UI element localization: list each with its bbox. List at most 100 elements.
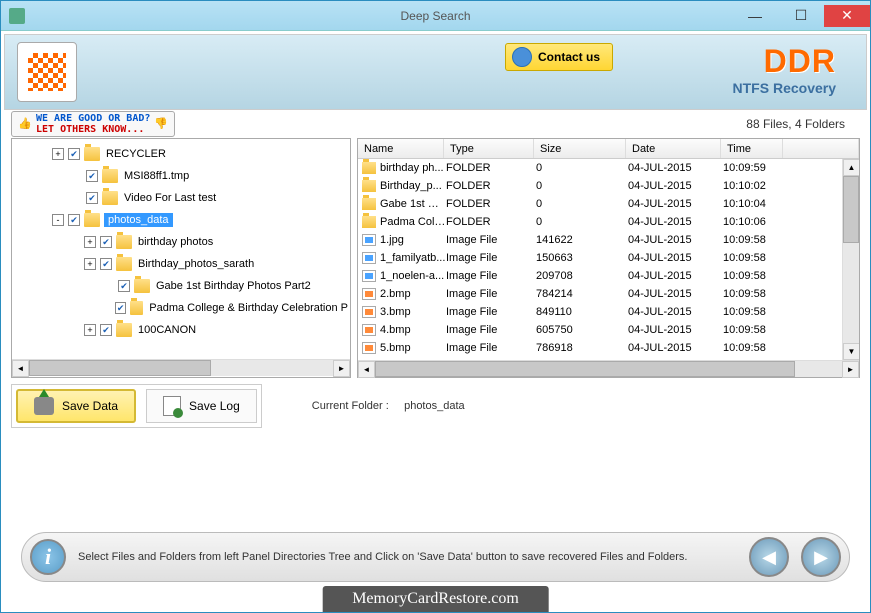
window-title: Deep Search xyxy=(400,9,470,23)
tree-checkbox[interactable] xyxy=(100,324,112,336)
maximize-button[interactable]: ☐ xyxy=(778,5,824,27)
folder-icon xyxy=(116,257,132,271)
tree-label[interactable]: photos_data xyxy=(104,213,173,227)
tree-checkbox[interactable] xyxy=(68,148,80,160)
tree-hscroll[interactable]: ◄ ► xyxy=(12,359,350,376)
close-button[interactable]: ✕ xyxy=(824,5,870,27)
tree-label[interactable]: Padma College & Birthday Celebration P xyxy=(147,301,350,315)
cell-size: 784214 xyxy=(536,288,628,300)
scroll-left-button[interactable]: ◄ xyxy=(12,360,29,377)
cell-name: 5.bmp xyxy=(380,342,446,354)
tree-label[interactable]: RECYCLER xyxy=(104,147,168,161)
tree-toggle[interactable]: + xyxy=(84,324,96,336)
tree-item[interactable]: +100CANON xyxy=(12,319,350,341)
col-time[interactable]: Time xyxy=(721,139,783,158)
col-type[interactable]: Type xyxy=(444,139,534,158)
tree-toggle[interactable]: - xyxy=(52,214,64,226)
list-hscroll[interactable]: ◄ ► xyxy=(358,360,859,377)
tree-checkbox[interactable] xyxy=(100,258,112,270)
cell-type: Image File xyxy=(446,288,536,300)
col-size[interactable]: Size xyxy=(534,139,626,158)
tree-label[interactable]: Video For Last test xyxy=(122,191,218,205)
tree-checkbox[interactable] xyxy=(86,192,98,204)
folder-icon xyxy=(116,235,132,249)
cell-name: Birthday_p... xyxy=(380,180,446,192)
scroll-up-button[interactable]: ▲ xyxy=(843,159,859,176)
feedback-button[interactable]: WE ARE GOOD OR BAD? LET OTHERS KNOW... xyxy=(11,111,175,137)
folder-icon xyxy=(102,169,118,183)
back-button[interactable]: ◀ xyxy=(749,537,789,577)
cell-date: 04-JUL-2015 xyxy=(628,252,723,264)
save-data-button[interactable]: Save Data xyxy=(16,389,136,423)
contact-us-button[interactable]: Contact us xyxy=(505,43,613,71)
list-row[interactable]: 5.bmpImage File78691804-JUL-201510:09:58 xyxy=(358,339,842,357)
list-row[interactable]: Birthday_p...FOLDER004-JUL-201510:10:02 xyxy=(358,177,842,195)
tree-item[interactable]: + Birthday_photos_sarath xyxy=(12,253,350,275)
list-row[interactable]: Padma Coll...FOLDER004-JUL-201510:10:06 xyxy=(358,213,842,231)
titlebar: Deep Search — ☐ ✕ xyxy=(1,1,870,31)
col-name[interactable]: Name xyxy=(358,139,444,158)
tree-checkbox[interactable] xyxy=(100,236,112,248)
list-row[interactable]: birthday ph...FOLDER004-JUL-201510:09:59 xyxy=(358,159,842,177)
save-log-button[interactable]: Save Log xyxy=(146,389,257,423)
contact-label: Contact us xyxy=(538,50,600,64)
tree-item[interactable]: Video For Last test xyxy=(12,187,350,209)
info-icon: i xyxy=(30,539,66,575)
cell-type: FOLDER xyxy=(446,216,536,228)
list-vscroll[interactable]: ▲ ▼ xyxy=(842,159,859,360)
cell-type: Image File xyxy=(446,306,536,318)
cell-size: 209708 xyxy=(536,270,628,282)
scroll-left-button[interactable]: ◄ xyxy=(358,361,375,378)
cell-time: 10:09:58 xyxy=(723,306,785,318)
tree-label[interactable]: 100CANON xyxy=(136,323,198,337)
tree-item[interactable]: + RECYCLER xyxy=(12,143,350,165)
minimize-button[interactable]: — xyxy=(732,5,778,27)
list-row[interactable]: 1_noelen-a...Image File20970804-JUL-2015… xyxy=(358,267,842,285)
current-folder-label: Current Folder : xyxy=(312,400,389,412)
list-row[interactable]: 4.bmpImage File60575004-JUL-201510:09:58 xyxy=(358,321,842,339)
cell-type: Image File xyxy=(446,324,536,336)
tree-item[interactable]: - photos_data xyxy=(12,209,350,231)
tree-label[interactable]: birthday photos xyxy=(136,235,215,249)
tree-item[interactable]: + birthday photos xyxy=(12,231,350,253)
tree-item[interactable]: MSI88ff1.tmp xyxy=(12,165,350,187)
tree-label[interactable]: MSI88ff1.tmp xyxy=(122,169,191,183)
tree-item[interactable]: Padma College & Birthday Celebration P xyxy=(12,297,350,319)
folder-icon xyxy=(130,301,143,315)
list-row[interactable]: 1_familyatb...Image File15066304-JUL-201… xyxy=(358,249,842,267)
cell-date: 04-JUL-2015 xyxy=(628,216,723,228)
cell-name: 3.bmp xyxy=(380,306,446,318)
image-icon xyxy=(362,270,376,282)
cell-name: 1_familyatb... xyxy=(380,252,446,264)
cell-time: 10:09:58 xyxy=(723,252,785,264)
tree-toggle[interactable]: + xyxy=(52,148,64,160)
next-button[interactable]: ▶ xyxy=(801,537,841,577)
scroll-right-button[interactable]: ► xyxy=(333,360,350,377)
tree-label[interactable]: Birthday_photos_sarath xyxy=(136,257,256,271)
tree-checkbox[interactable] xyxy=(115,302,125,314)
cell-name: 2.bmp xyxy=(380,288,446,300)
list-row[interactable]: 1.jpgImage File14162204-JUL-201510:09:58 xyxy=(358,231,842,249)
cell-name: 1_noelen-a... xyxy=(380,270,446,282)
list-row[interactable]: 3.bmpImage File84911004-JUL-201510:09:58 xyxy=(358,303,842,321)
folder-icon xyxy=(362,180,376,192)
scroll-down-button[interactable]: ▼ xyxy=(843,343,859,360)
tree-item[interactable]: Gabe 1st Birthday Photos Part2 xyxy=(12,275,350,297)
tree-checkbox[interactable] xyxy=(86,170,98,182)
save-icon xyxy=(34,397,54,415)
scroll-right-button[interactable]: ► xyxy=(842,361,859,378)
cell-name: Gabe 1st Bi... xyxy=(380,198,446,210)
list-row[interactable]: 2.bmpImage File78421404-JUL-201510:09:58 xyxy=(358,285,842,303)
cell-name: birthday ph... xyxy=(380,162,446,174)
col-date[interactable]: Date xyxy=(626,139,721,158)
cell-size: 0 xyxy=(536,216,628,228)
tree-toggle[interactable]: + xyxy=(84,258,96,270)
tree-checkbox[interactable] xyxy=(118,280,130,292)
image-icon xyxy=(362,234,376,246)
tree-checkbox[interactable] xyxy=(68,214,80,226)
list-row[interactable]: Gabe 1st Bi...FOLDER004-JUL-201510:10:04 xyxy=(358,195,842,213)
cell-type: FOLDER xyxy=(446,162,536,174)
app-icon xyxy=(9,8,25,24)
tree-toggle[interactable]: + xyxy=(84,236,96,248)
tree-label[interactable]: Gabe 1st Birthday Photos Part2 xyxy=(154,279,313,293)
